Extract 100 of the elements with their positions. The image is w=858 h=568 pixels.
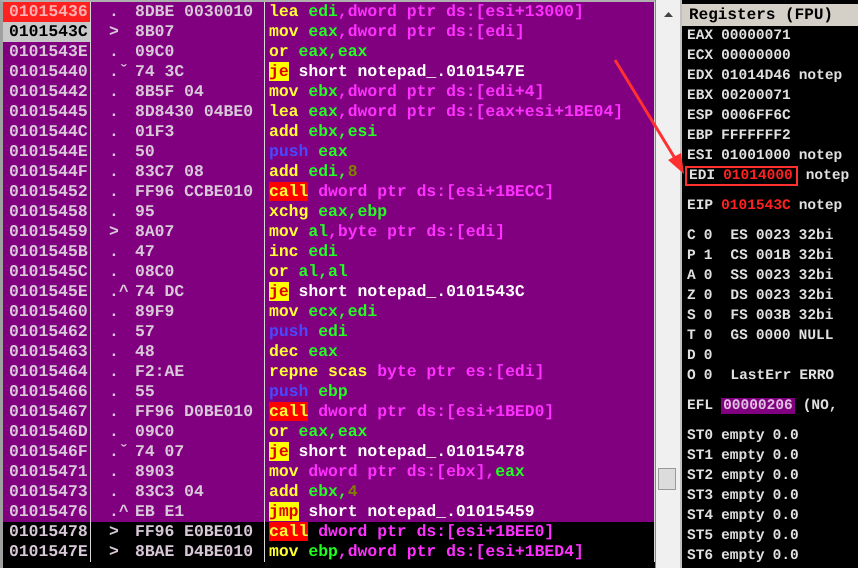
code-row[interactable]: 01015440 .ˇ 74 3C je short notepad_.0101547E (3, 62, 655, 82)
flag-value[interactable]: 0 (704, 368, 712, 384)
hex-bytes: 74 07 (135, 442, 184, 462)
flag-value[interactable]: 0 (704, 228, 712, 244)
fpu-tag: empty (721, 548, 765, 564)
register-comment: notep (798, 68, 842, 84)
panel-title: Registers (FPU) (682, 4, 858, 26)
jump-marker: > (108, 222, 120, 242)
flag-name: T (687, 328, 696, 344)
flag-value[interactable]: 1 (704, 248, 712, 264)
fpu-tag: empty (721, 468, 765, 484)
register-value[interactable]: 01001000 (721, 148, 791, 164)
register-value[interactable]: 00200071 (721, 88, 791, 104)
code-row[interactable]: 01015462 . 57 push edi (3, 322, 655, 342)
code-row[interactable]: 01015478 > FF96 E0BE010 call dword ptr ds:[esi+1BEE0] (3, 522, 655, 542)
hex-bytes: 89F9 (135, 302, 174, 322)
segment-name: DS (730, 288, 748, 304)
segment-value: 0023 (756, 228, 791, 244)
jump-marker: . (108, 82, 120, 102)
code-row[interactable]: 0101545E .^ 74 DC je short notepad_.0101543C (3, 282, 655, 302)
segment-value: 003B (756, 308, 791, 324)
register-name: ST4 (687, 508, 714, 524)
flag-value[interactable]: 0 (704, 308, 712, 324)
register-name: ST5 (687, 528, 714, 544)
hex-bytes: 8A07 (135, 222, 174, 242)
code-row[interactable]: 01015473 . 83C3 04 add ebx,4 (3, 482, 655, 502)
register-name: ST2 (687, 468, 714, 484)
register-value[interactable]: 00000000 (721, 48, 791, 64)
register-name: ST0 (687, 428, 714, 444)
code-row[interactable]: 01015466 . 55 push ebp (3, 382, 655, 402)
hex-bytes: EB E1 (135, 502, 184, 522)
register-comment: notep (798, 148, 842, 164)
flag-name: A (687, 268, 696, 284)
register-name: ST6 (687, 548, 714, 564)
register-value: 0.0 (772, 528, 799, 544)
hex-bytes: 8D8430 04BE0 (135, 102, 254, 122)
register-value[interactable]: 00000206 (721, 398, 795, 414)
jump-marker: . (108, 362, 120, 382)
address-cell: 01015476 (3, 502, 91, 522)
jump-marker: .ˇ (108, 442, 130, 462)
segment-note: NULL (798, 328, 834, 344)
register-value[interactable]: 01014D46 (721, 68, 791, 84)
code-row[interactable]: 01015452 . FF96 CCBE010 call dword ptr ds:[esi+1BECC] (3, 182, 655, 202)
register-value[interactable]: 0006FF6C (721, 108, 791, 124)
flag-value[interactable]: 0 (704, 268, 712, 284)
hex-bytes: FF96 CCBE010 (135, 182, 254, 202)
code-row[interactable]: 01015467 . FF96 D0BE010 call dword ptr ds:[esi+1BED0] (3, 402, 655, 422)
hex-bytes: 83C7 08 (135, 162, 204, 182)
code-row[interactable]: 0101543E . 09C0 or eax,eax (3, 42, 655, 62)
hex-bytes: 09C0 (135, 422, 174, 442)
code-row[interactable]: 0101544C . 01F3 add ebx,esi (3, 122, 655, 142)
hex-bytes: 74 DC (135, 282, 184, 302)
code-row[interactable]: 01015471 . 8903 mov dword ptr ds:[ebx],eax (3, 462, 655, 482)
scroll-up-icon[interactable] (664, 12, 672, 17)
hex-bytes: 8903 (135, 462, 174, 482)
jump-marker: . (108, 382, 120, 402)
register-value[interactable]: 01014000 (723, 168, 793, 184)
code-row[interactable]: 01015445 . 8D8430 04BE0 lea eax,dword ptr ds:[eax+esi+1BE04] (3, 102, 655, 122)
code-row[interactable]: 0101545B . 47 inc edi (3, 242, 655, 262)
jump-marker: . (108, 482, 120, 502)
register-value[interactable]: FFFFFFF2 (721, 128, 791, 144)
code-row[interactable]: 0101543C > 8B07 mov eax,dword ptr ds:[edi] (3, 22, 655, 42)
code-row[interactable]: 0101544F . 83C7 08 add edi,8 (3, 162, 655, 182)
flag-value[interactable]: 0 (704, 328, 712, 344)
register-name: EFL (687, 398, 714, 414)
jump-marker: .^ (108, 502, 130, 522)
segment-name: SS (730, 268, 748, 284)
jump-marker: .^ (108, 282, 130, 302)
segment-value: 001B (756, 248, 791, 264)
segment-name: FS (730, 308, 748, 324)
code-row[interactable]: 01015436 . 8DBE 0030010 lea edi,dword ptr ds:[esi+13000] (3, 2, 655, 22)
flag-value[interactable]: 0 (704, 288, 712, 304)
scroll-thumb[interactable] (658, 468, 676, 490)
jump-marker: > (108, 522, 120, 542)
flag-value[interactable]: 0 (704, 348, 712, 364)
register-comment: notep (798, 198, 842, 214)
jump-marker: . (108, 182, 120, 202)
code-row[interactable]: 01015458 . 95 xchg eax,ebp (3, 202, 655, 222)
jump-marker: . (108, 242, 120, 262)
segment-value: 0023 (756, 268, 791, 284)
code-row[interactable]: 0101546F .ˇ 74 07 je short notepad_.01015478 (3, 442, 655, 462)
code-row[interactable]: 0101545C . 08C0 or al,al (3, 262, 655, 282)
code-row[interactable]: 01015459 > 8A07 mov al,byte ptr ds:[edi] (3, 222, 655, 242)
register-value[interactable]: 0101543C (721, 198, 791, 214)
segment-note: 32bi (798, 288, 834, 304)
register-name: EAX (687, 28, 714, 44)
flag-name: Z (687, 288, 696, 304)
register-value[interactable]: 00000071 (721, 28, 791, 44)
code-row[interactable]: 0101544E . 50 push eax (3, 142, 655, 162)
code-row[interactable]: 01015476 .^ EB E1 jmp short notepad_.01015459 (3, 502, 655, 522)
code-row[interactable]: 01015442 . 8B5F 04 mov ebx,dword ptr ds:[edi+4] (3, 82, 655, 102)
scrollbar[interactable] (655, 0, 680, 568)
code-row[interactable]: 01015463 . 48 dec eax (3, 342, 655, 362)
code-row[interactable]: 01015464 . F2:AE repne scas byte ptr es:[edi] (3, 362, 655, 382)
hex-bytes: 95 (135, 202, 155, 222)
instruction-text: call dword ptr ds:[esi+1BEE0] (265, 522, 655, 542)
code-row[interactable]: 01015460 . 89F9 mov ecx,edi (3, 302, 655, 322)
code-row[interactable]: 0101546D . 09C0 or eax,eax (3, 422, 655, 442)
register-name: ST1 (687, 448, 714, 464)
hex-bytes: 8B5F 04 (135, 82, 204, 102)
